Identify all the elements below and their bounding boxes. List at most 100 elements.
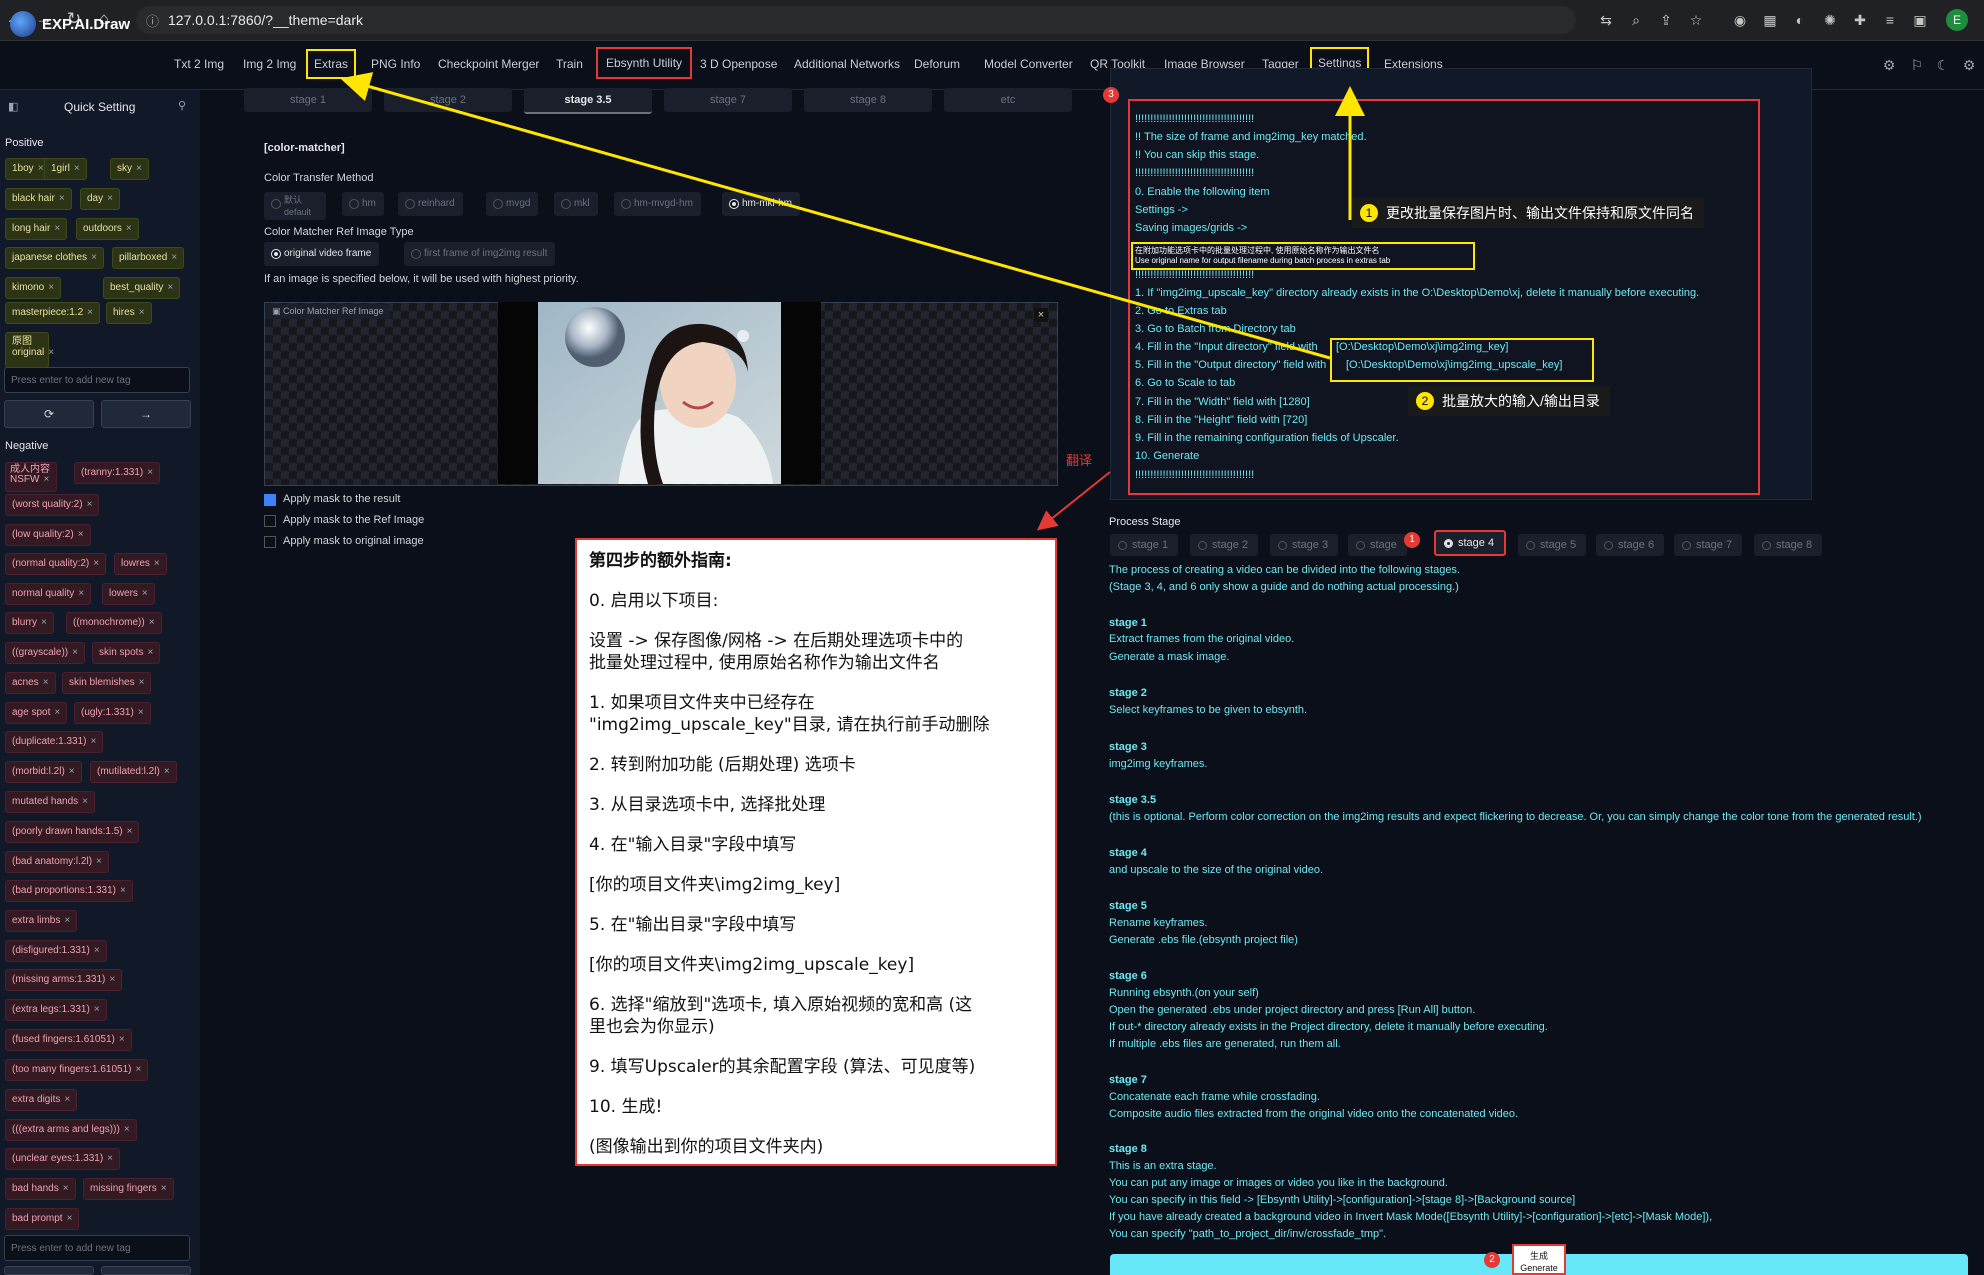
negative-tag[interactable]: skin blemishes × — [62, 672, 152, 694]
positive-tag[interactable]: sky × — [110, 158, 149, 180]
dark-mode-icon[interactable]: ☾ — [1934, 56, 1952, 74]
remove-tag-icon[interactable]: × — [96, 856, 102, 867]
remove-tag-icon[interactable]: × — [142, 588, 148, 599]
extension-icon[interactable]: ◉ — [1730, 10, 1750, 30]
apply-mask-ref-checkbox[interactable] — [264, 515, 276, 527]
extension-icon-3[interactable]: ✺ — [1820, 10, 1840, 30]
translate-icon[interactable]: ⇆ — [1596, 10, 1616, 30]
remove-tag-icon[interactable]: × — [139, 307, 145, 318]
process-stage-4[interactable]: stage 4 — [1434, 530, 1507, 556]
tab-ebsynth-utility[interactable]: Ebsynth Utility — [596, 47, 693, 79]
transfer-option-reinhard[interactable]: reinhard — [398, 192, 463, 216]
transfer-option-mkl[interactable]: mkl — [554, 192, 598, 216]
stage-tab-3-5[interactable]: stage 3.5 — [524, 88, 652, 114]
tab-checkpoint-merger[interactable]: Checkpoint Merger — [438, 57, 539, 71]
remove-tag-icon[interactable]: × — [82, 796, 88, 807]
remove-tag-icon[interactable]: × — [54, 223, 60, 234]
remove-tag-icon[interactable]: × — [127, 826, 133, 837]
remove-tag-icon[interactable]: × — [139, 677, 145, 688]
remove-tag-icon[interactable]: × — [147, 647, 153, 658]
positive-tag[interactable]: long hair × — [5, 218, 68, 240]
positive-tag[interactable]: japanese clothes × — [5, 247, 104, 269]
negative-tag[interactable]: (morbid:l.2l) × — [5, 761, 82, 783]
remove-tag-icon[interactable]: × — [72, 647, 78, 658]
remove-tag-icon[interactable]: × — [38, 163, 44, 174]
tab-png-info[interactable]: PNG Info — [371, 57, 420, 71]
negative-tag[interactable]: blurry × — [5, 612, 54, 634]
zoom-icon[interactable]: ⌕ — [1626, 10, 1646, 30]
tab-deforum[interactable]: Deforum — [914, 57, 960, 71]
positive-tag[interactable]: hires × — [106, 302, 152, 324]
process-stage-3-5[interactable]: stage — [1348, 534, 1407, 556]
apply-mask-result-checkbox[interactable] — [264, 494, 276, 506]
remove-tag-icon[interactable]: × — [78, 529, 84, 540]
remove-tag-icon[interactable]: × — [67, 1213, 73, 1224]
negative-tag[interactable]: normal quality × — [5, 583, 92, 605]
negative-tag[interactable]: (tranny:1.331) × — [74, 462, 161, 484]
stage-tab-7[interactable]: stage 7 — [664, 88, 792, 112]
process-stage-8[interactable]: stage 8 — [1754, 534, 1823, 556]
negative-tag[interactable]: (bad proportions:1.331) × — [5, 880, 133, 902]
remove-tag-icon[interactable]: × — [41, 617, 47, 628]
positive-tag-input[interactable]: Press enter to add new tag — [4, 367, 190, 393]
ref-type-original-frame[interactable]: original video frame — [264, 242, 380, 266]
negative-tag[interactable]: (worst quality:2) × — [5, 494, 100, 516]
positive-tag[interactable]: day × — [80, 188, 120, 210]
send-button[interactable]: → — [101, 400, 191, 428]
negative-tag-input[interactable]: Press enter to add new tag — [4, 1235, 190, 1261]
remove-tag-icon[interactable]: × — [69, 766, 75, 777]
remove-tag-icon[interactable]: × — [154, 558, 160, 569]
remove-tag-icon[interactable]: × — [59, 193, 65, 204]
negative-tag[interactable]: (poorly drawn hands:1.5) × — [5, 821, 140, 843]
remove-tag-icon[interactable]: × — [87, 307, 93, 318]
config-icon[interactable]: ⚙ — [1960, 56, 1978, 74]
process-stage-5[interactable]: stage 5 — [1518, 534, 1587, 556]
clear-image-icon[interactable]: × — [1034, 308, 1048, 322]
negative-tag[interactable]: (((extra arms and legs))) × — [5, 1119, 137, 1141]
puzzle-icon[interactable]: ✚ — [1850, 10, 1870, 30]
remove-tag-icon[interactable]: × — [167, 282, 173, 293]
negative-tag[interactable]: skin spots × — [92, 642, 161, 664]
negative-tag[interactable]: ((grayscale)) × — [5, 642, 85, 664]
remove-tag-icon[interactable]: × — [64, 915, 70, 926]
process-stage-6[interactable]: stage 6 — [1596, 534, 1665, 556]
transfer-option-mvgd[interactable]: mvgd — [486, 192, 539, 216]
transfer-option-hm[interactable]: hm — [342, 192, 384, 216]
extension-icon-2[interactable]: ◐ — [1790, 10, 1810, 30]
negative-tag[interactable]: acnes × — [5, 672, 56, 694]
refresh-button[interactable]: ⟳ — [4, 400, 94, 428]
positive-tag[interactable]: kimono × — [5, 277, 62, 299]
remove-tag-icon[interactable]: × — [124, 1124, 130, 1135]
reading-list-icon[interactable]: ≡ — [1880, 10, 1900, 30]
bookmark-star-icon[interactable]: ☆ — [1686, 10, 1706, 30]
info-icon[interactable]: ⓘ — [146, 11, 159, 30]
apply-mask-original-checkbox[interactable] — [264, 536, 276, 548]
url-text[interactable]: 127.0.0.1:7860/?__theme=dark — [168, 12, 363, 28]
process-stage-1[interactable]: stage 1 — [1110, 534, 1179, 556]
remove-tag-icon[interactable]: × — [107, 1153, 113, 1164]
positive-tag[interactable]: masterpiece:1.2 × — [5, 302, 100, 324]
negative-tag[interactable]: bad prompt × — [5, 1208, 80, 1230]
process-stage-7[interactable]: stage 7 — [1674, 534, 1743, 556]
transfer-option-hm-mvgd-hm[interactable]: hm-mvgd-hm — [614, 192, 701, 216]
feedback-icon[interactable]: ⚐ — [1908, 56, 1926, 74]
transfer-option-default[interactable]: 默认 default — [264, 192, 326, 220]
pin-icon[interactable]: ⚲ — [178, 99, 186, 112]
negative-tag[interactable]: lowres × — [114, 553, 167, 575]
remove-tag-icon[interactable]: × — [54, 707, 60, 718]
tab-3d-openpose[interactable]: 3 D Openpose — [700, 57, 777, 71]
negative-tag[interactable]: missing fingers × — [83, 1178, 174, 1200]
ref-type-first-frame[interactable]: first frame of img2img result — [404, 242, 556, 266]
remove-tag-icon[interactable]: × — [48, 347, 54, 358]
remove-tag-icon[interactable]: × — [136, 163, 142, 174]
remove-tag-icon[interactable]: × — [119, 1034, 125, 1045]
remove-tag-icon[interactable]: × — [93, 558, 99, 569]
tab-txt2img[interactable]: Txt 2 Img — [174, 57, 224, 71]
remove-tag-icon[interactable]: × — [161, 1183, 167, 1194]
stage-tab-etc[interactable]: etc — [944, 88, 1072, 112]
remove-tag-icon[interactable]: × — [138, 707, 144, 718]
negative-tag[interactable]: ((monochrome)) × — [66, 612, 162, 634]
negative-tag[interactable]: (too many fingers:1.61051) × — [5, 1059, 149, 1081]
negative-tag[interactable]: (fused fingers:1.61051) × — [5, 1029, 132, 1051]
settings-gear-icon[interactable]: ⚙ — [1880, 56, 1898, 74]
